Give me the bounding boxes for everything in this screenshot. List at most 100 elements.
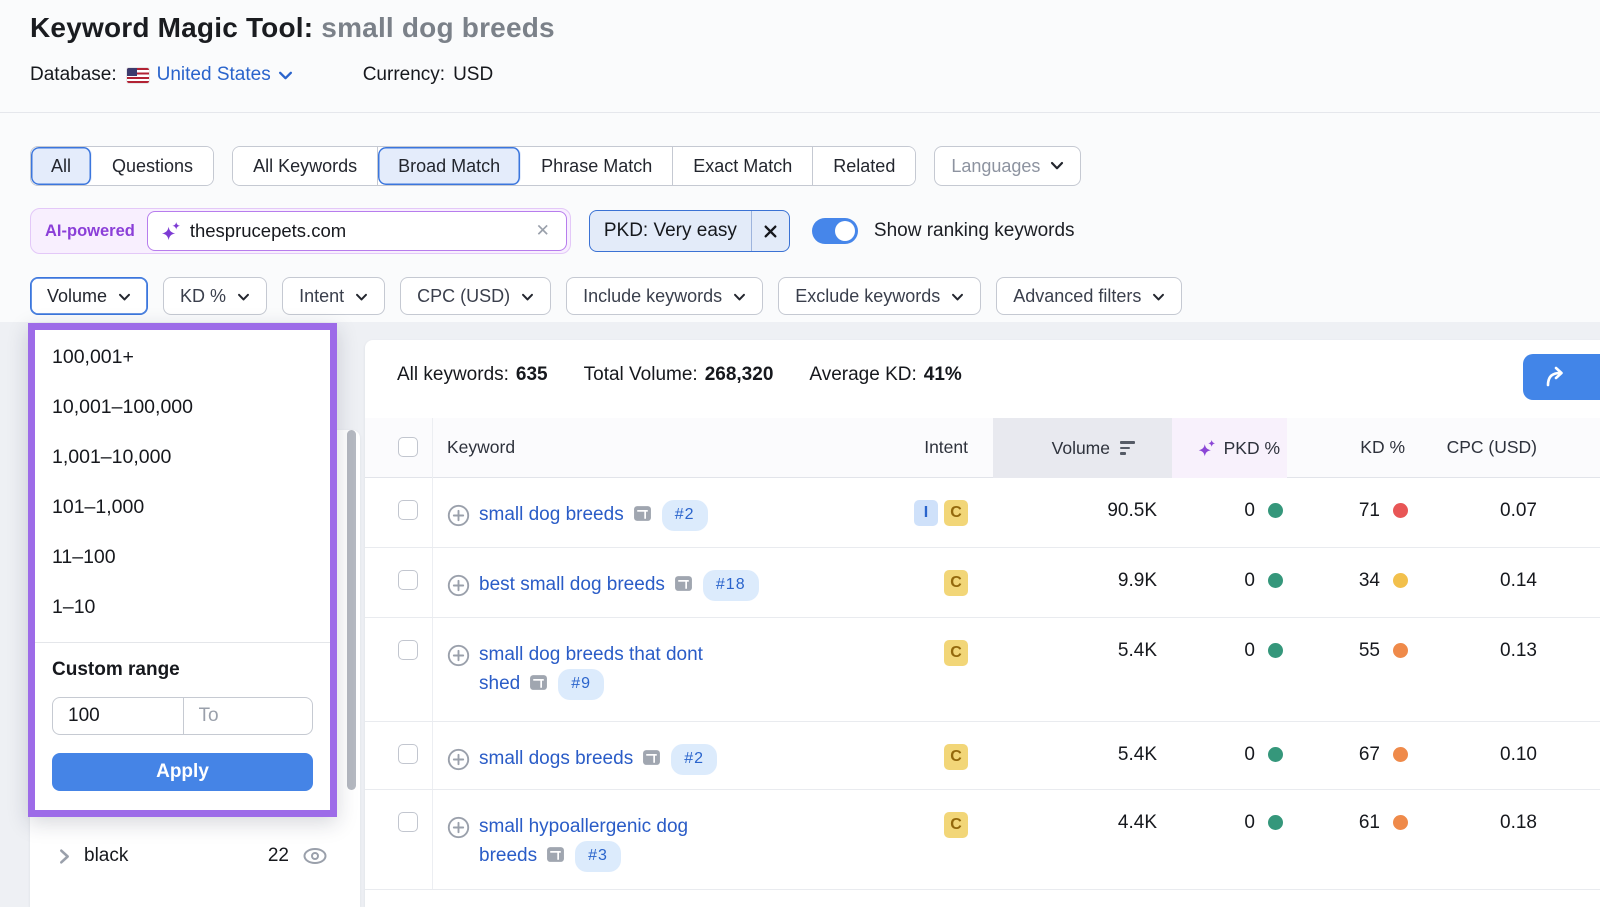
rank-badge: #2 bbox=[671, 744, 717, 775]
serp-features-icon[interactable] bbox=[674, 573, 693, 602]
row-checkbox-cell bbox=[365, 722, 433, 789]
languages-dropdown-button[interactable]: Languages bbox=[934, 146, 1081, 186]
add-keyword-icon[interactable] bbox=[447, 748, 470, 771]
filter-label: Advanced filters bbox=[1013, 286, 1141, 307]
rank-badge: #18 bbox=[703, 570, 759, 601]
pkd-chip-label: PKD: Very easy bbox=[590, 211, 751, 251]
chevron-down-icon[interactable] bbox=[278, 70, 293, 81]
filter-include-keywords-button[interactable]: Include keywords bbox=[566, 277, 763, 315]
pkd-value: 0 bbox=[1244, 570, 1255, 592]
pkd-cell: 0 bbox=[1172, 618, 1287, 721]
keyword-link[interactable]: best small dog breeds bbox=[479, 574, 665, 595]
serp-features-icon[interactable] bbox=[529, 672, 548, 701]
row-checkbox[interactable] bbox=[398, 744, 418, 764]
keyword-link[interactable]: small dogs breeds bbox=[479, 748, 633, 769]
keyword-link[interactable]: small dog breeds bbox=[479, 504, 624, 525]
sidebar-scrollbar[interactable] bbox=[347, 430, 356, 790]
header-cpc[interactable]: CPC (USD) bbox=[1425, 418, 1550, 478]
add-keyword-icon[interactable] bbox=[447, 574, 470, 597]
export-share-button[interactable] bbox=[1523, 354, 1600, 400]
tab-related[interactable]: Related bbox=[813, 147, 915, 185]
keyword-flow: small hypoallergenic dogbreeds#3 bbox=[479, 812, 688, 874]
row-checkbox[interactable] bbox=[398, 640, 418, 660]
database-select[interactable]: United States bbox=[157, 64, 271, 86]
filter-intent-button[interactable]: Intent bbox=[282, 277, 385, 315]
volume-option-1-10[interactable]: 1–10 bbox=[52, 582, 330, 632]
keywords-table: Keyword Intent Volume PKD % KD % CPC (US… bbox=[365, 418, 1600, 890]
intent-cell: C bbox=[903, 790, 993, 889]
filter-cpc-usd-button[interactable]: CPC (USD) bbox=[400, 277, 551, 315]
filter-exclude-keywords-button[interactable]: Exclude keywords bbox=[778, 277, 981, 315]
sort-desc-icon bbox=[1120, 441, 1135, 455]
pkd-dot bbox=[1268, 747, 1283, 762]
header-kd[interactable]: KD % bbox=[1287, 418, 1425, 478]
volume-option-101-1-000[interactable]: 101–1,000 bbox=[52, 482, 330, 532]
tab-exact-match[interactable]: Exact Match bbox=[673, 147, 813, 185]
tab-all[interactable]: All bbox=[31, 147, 92, 185]
all-keywords-label: All keywords: bbox=[397, 364, 509, 385]
chevron-down-icon bbox=[951, 286, 964, 307]
row-checkbox[interactable] bbox=[398, 570, 418, 590]
kd-dot bbox=[1393, 747, 1408, 762]
keyword-cell: small dog breeds that dontshed#9 bbox=[433, 618, 903, 721]
search-controls-row: AI-powered thesprucepets.com ✕ PKD: Very… bbox=[30, 208, 1075, 254]
table-row: small hypoallergenic dogbreeds#3C4.4K061… bbox=[365, 790, 1600, 890]
pkd-dot bbox=[1268, 815, 1283, 830]
filter-volume-button[interactable]: Volume bbox=[30, 277, 148, 315]
volume-option-10-001-100-000[interactable]: 10,001–100,000 bbox=[52, 382, 330, 432]
apply-button[interactable]: Apply bbox=[52, 753, 313, 791]
group-label: black bbox=[84, 845, 128, 867]
domain-search-input[interactable]: thesprucepets.com ✕ bbox=[147, 211, 567, 251]
rank-badge: #9 bbox=[558, 669, 604, 700]
ai-powered-container: AI-powered thesprucepets.com ✕ bbox=[30, 208, 571, 254]
volume-option-1-001-10-000[interactable]: 1,001–10,000 bbox=[52, 432, 330, 482]
header-volume-sort[interactable]: Volume bbox=[993, 418, 1172, 478]
eye-icon[interactable] bbox=[302, 846, 328, 866]
range-to-input[interactable] bbox=[183, 698, 313, 734]
chevron-down-icon bbox=[237, 286, 250, 307]
volume-value: 5.4K bbox=[993, 722, 1172, 789]
range-from-input[interactable] bbox=[53, 698, 183, 734]
kd-value: 55 bbox=[1359, 640, 1380, 662]
tab-questions[interactable]: Questions bbox=[92, 147, 213, 185]
filter-advanced-filters-button[interactable]: Advanced filters bbox=[996, 277, 1182, 315]
pkd-cell: 0 bbox=[1172, 790, 1287, 889]
add-keyword-icon[interactable] bbox=[447, 816, 470, 839]
dropdown-divider bbox=[35, 642, 330, 643]
filter-kd-button[interactable]: KD % bbox=[163, 277, 267, 315]
clear-search-icon[interactable]: ✕ bbox=[532, 221, 554, 241]
keyword-cell: small dogs breeds #2 bbox=[433, 722, 903, 789]
average-kd-value: 41% bbox=[924, 364, 962, 385]
kd-value: 71 bbox=[1359, 500, 1380, 522]
pkd-cell: 0 bbox=[1172, 478, 1287, 547]
header-pkd[interactable]: PKD % bbox=[1172, 418, 1287, 478]
serp-features-icon[interactable] bbox=[546, 844, 565, 873]
match-type-tabs: AllQuestions All KeywordsBroad MatchPhra… bbox=[30, 146, 1081, 186]
row-checkbox[interactable] bbox=[398, 812, 418, 832]
sidebar-item-black[interactable]: black 22 bbox=[58, 845, 328, 867]
pkd-chip-remove-icon[interactable] bbox=[751, 211, 789, 251]
search-query-title: small dog breeds bbox=[321, 12, 555, 43]
tab-all-keywords[interactable]: All Keywords bbox=[233, 147, 378, 185]
chevron-down-icon bbox=[355, 286, 368, 307]
serp-features-icon[interactable] bbox=[642, 747, 661, 776]
add-keyword-icon[interactable] bbox=[447, 644, 470, 667]
page-title: Keyword Magic Tool:small dog breeds bbox=[30, 12, 555, 44]
database-label: Database: bbox=[30, 64, 117, 86]
select-all-checkbox[interactable] bbox=[398, 437, 418, 457]
tab-group-match-types: All KeywordsBroad MatchPhrase MatchExact… bbox=[232, 146, 916, 186]
rank-badge: #3 bbox=[575, 841, 621, 872]
tab-broad-match[interactable]: Broad Match bbox=[378, 147, 521, 185]
intent-badge-c: C bbox=[944, 500, 968, 526]
row-checkbox[interactable] bbox=[398, 500, 418, 520]
chevron-down-icon bbox=[118, 286, 131, 307]
filter-label: Intent bbox=[299, 286, 344, 307]
add-keyword-icon[interactable] bbox=[447, 504, 470, 527]
pkd-value: 0 bbox=[1244, 640, 1255, 662]
intent-cell: C bbox=[903, 722, 993, 789]
volume-option-11-100[interactable]: 11–100 bbox=[52, 532, 330, 582]
tab-phrase-match[interactable]: Phrase Match bbox=[521, 147, 673, 185]
volume-option-100-001[interactable]: 100,001+ bbox=[52, 332, 330, 382]
serp-features-icon[interactable] bbox=[633, 503, 652, 532]
show-ranking-keywords-toggle[interactable] bbox=[812, 218, 858, 244]
